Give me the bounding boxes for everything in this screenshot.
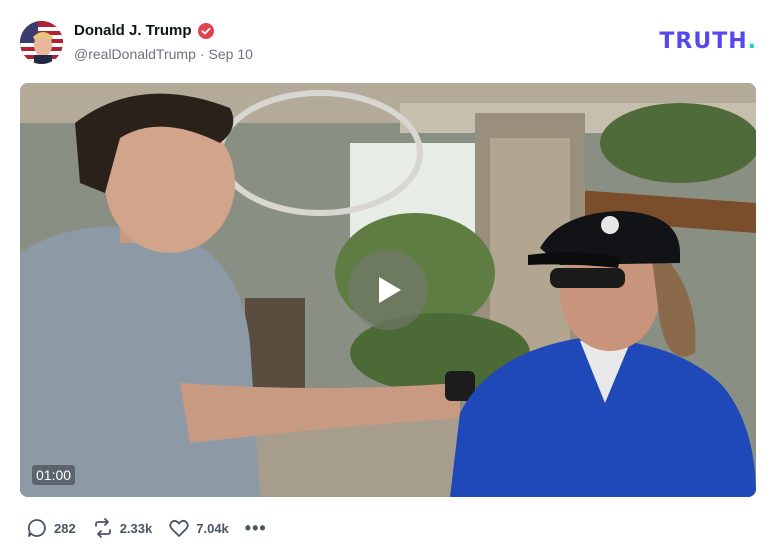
retruth-icon xyxy=(94,518,111,538)
author-name[interactable]: Donald J. Trump xyxy=(74,22,192,39)
retruth-count: 2.33k xyxy=(119,520,153,536)
post-meta: @realDonaldTrump · Sep 10 xyxy=(74,46,253,62)
post-date[interactable]: Sep 10 xyxy=(209,46,253,62)
more-icon[interactable]: ••• xyxy=(245,519,267,537)
reply-count: 282 xyxy=(54,520,76,536)
author-row: Donald J. Trump xyxy=(74,22,214,39)
like-icon xyxy=(169,519,189,537)
play-icon xyxy=(379,277,401,303)
like-count: 7.04k xyxy=(196,520,229,536)
logo-text: TRUTH xyxy=(659,29,748,54)
logo-dot: . xyxy=(747,29,757,54)
truth-logo[interactable]: TRUTH. xyxy=(659,29,757,54)
reply-button[interactable]: 282 xyxy=(26,517,76,539)
like-button[interactable]: 7.04k xyxy=(168,517,229,539)
author-handle[interactable]: @realDonaldTrump xyxy=(74,46,196,62)
video-duration: 01:00 xyxy=(32,465,76,485)
play-button[interactable] xyxy=(348,250,428,330)
post-actions: 282 2.33k 7.04k ••• xyxy=(26,517,267,539)
reply-icon xyxy=(27,519,46,537)
verified-badge-icon xyxy=(197,22,214,39)
video-player[interactable]: 01:00 xyxy=(20,83,756,497)
meta-separator: · xyxy=(199,46,205,62)
retruth-button[interactable]: 2.33k xyxy=(92,517,153,539)
avatar[interactable] xyxy=(20,21,63,64)
